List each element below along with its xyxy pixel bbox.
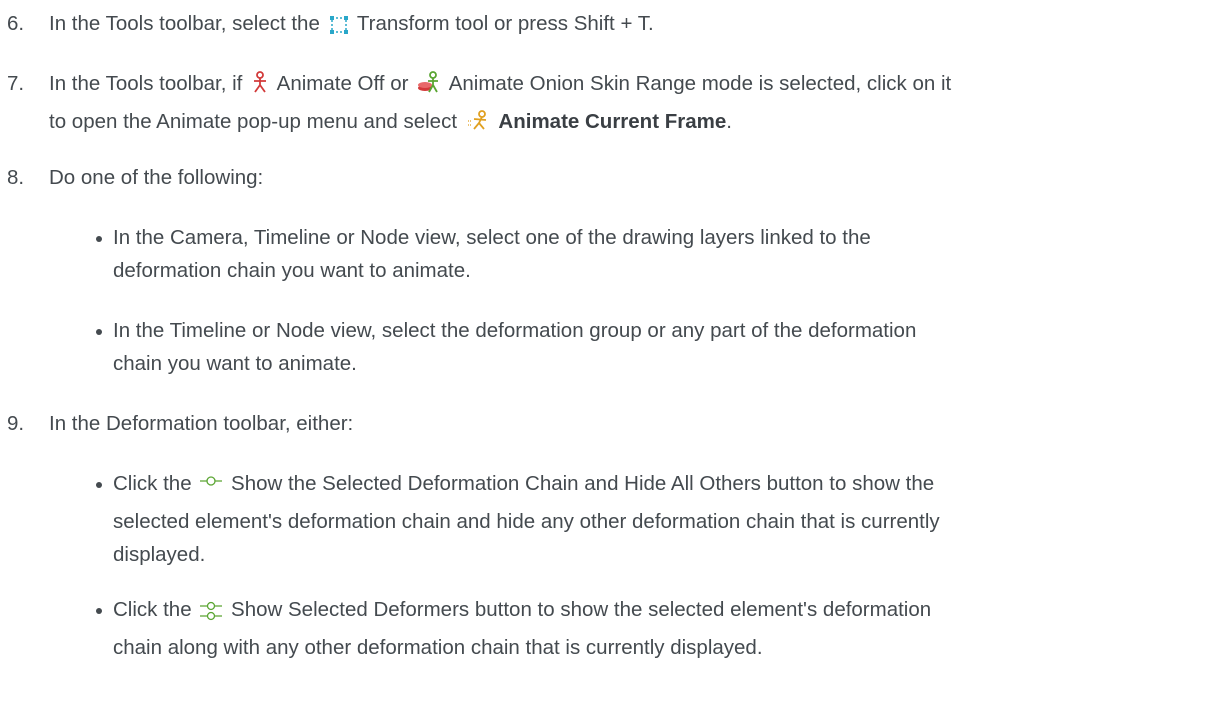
show-selected-deformation-chain-icon — [200, 472, 223, 505]
step-number: 8. — [7, 166, 25, 189]
step-7-text-d: to open the Animate pop-up menu and sele… — [49, 110, 458, 133]
line: Show Selected Deformers button to show t… — [231, 598, 932, 621]
animate-off-icon — [251, 71, 269, 105]
click-the: Click the — [113, 472, 192, 495]
bullet-dot — [96, 236, 102, 242]
animate-current-frame-label: Animate Current Frame — [498, 110, 727, 133]
bullet-dot — [96, 482, 102, 488]
step-7-text-b: Animate Off or — [276, 72, 409, 95]
document-page: 6. In the Tools toolbar, select the Tran… — [0, 0, 1228, 709]
step-number: 9. — [7, 412, 25, 435]
step-6-post: Transform tool or press Shift + T. — [356, 12, 654, 35]
line: deformation chain you want to animate. — [113, 259, 471, 282]
step-number: 6. — [7, 12, 25, 35]
step-8-text: Do one of the following: — [49, 166, 264, 189]
line: In the Timeline or Node view, select the… — [113, 319, 917, 342]
step-6-pre: In the Tools toolbar, select the — [49, 12, 320, 35]
line: chain you want to animate. — [113, 352, 357, 375]
line: displayed. — [113, 543, 206, 566]
show-selected-deformers-icon — [200, 598, 223, 631]
step-7-end: . — [726, 110, 732, 133]
transform-tool-icon — [329, 12, 349, 45]
animate-current-frame-icon — [466, 109, 490, 143]
bullet-text: Click the Show Selected Deformers button… — [113, 593, 1206, 664]
click-the: Click the — [113, 598, 192, 621]
line: chain along with any other deformation c… — [113, 636, 763, 659]
step-number: 7. — [7, 72, 25, 95]
step-7-text-c: Animate Onion Skin Range mode is selecte… — [448, 72, 952, 95]
bullet-dot — [96, 608, 102, 614]
line: Show the Selected Deformation Chain and … — [231, 472, 935, 495]
bullet-text: In the Camera, Timeline or Node view, se… — [113, 221, 1206, 287]
step-text: In the Tools toolbar, select the Transfo… — [49, 7, 1200, 45]
bullet-text: In the Timeline or Node view, select the… — [113, 314, 1206, 380]
bullet-dot — [96, 329, 102, 335]
line: selected element's deformation chain and… — [113, 510, 940, 533]
step-9-text: In the Deformation toolbar, either: — [49, 412, 354, 435]
step-7-text-a: In the Tools toolbar, if — [49, 72, 243, 95]
line: In the Camera, Timeline or Node view, se… — [113, 226, 871, 249]
bullet-text: Click the Show the Selected Deformation … — [113, 467, 1206, 571]
animate-onion-skin-range-icon — [417, 71, 441, 105]
step-text: In the Tools toolbar, if Animate Off or — [49, 67, 1200, 143]
